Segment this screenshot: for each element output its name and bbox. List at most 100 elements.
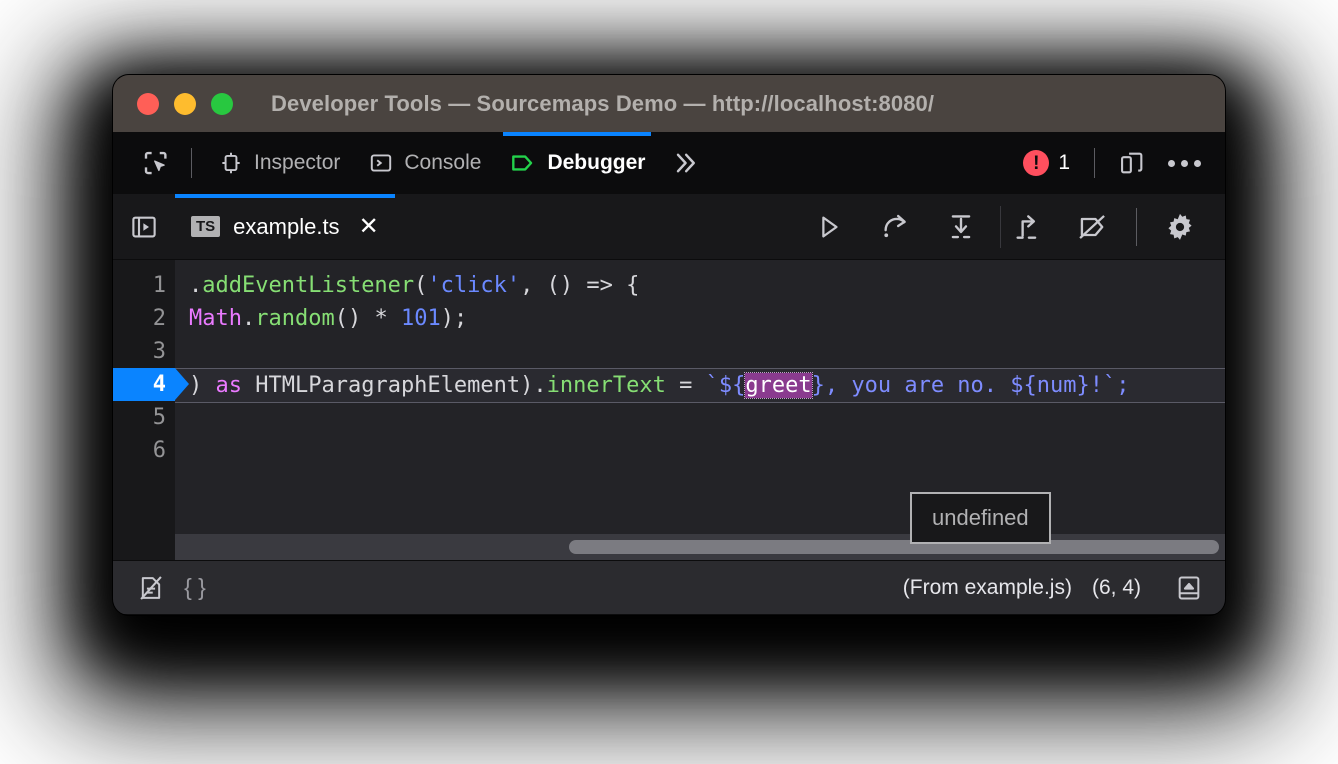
code-token: Math [189,306,242,331]
play-triangle-icon [814,212,844,242]
code-line[interactable] [175,335,1225,368]
code-token: ) [189,373,216,398]
error-icon: ! [1023,150,1049,176]
line-number[interactable]: 6 [113,434,175,467]
cursor-position-label: (6, 4) [1092,576,1141,600]
devtools-toolbar-right: ! 1 [1011,132,1211,194]
code-token: }, you are no. ${num}!`; [812,373,1130,398]
inspector-icon [218,150,244,176]
window-titlebar: Developer Tools — Sourcemaps Demo — http… [113,75,1225,132]
element-picker-button[interactable] [133,140,179,186]
deactivate-breakpoints-button[interactable] [1060,201,1126,253]
devtools-window: Developer Tools — Sourcemaps Demo — http… [113,75,1225,615]
line-number[interactable]: 4 [113,368,175,401]
toolbar-divider-right [1094,148,1095,178]
code-line[interactable] [175,403,1225,436]
tab-inspector[interactable]: Inspector [204,132,354,194]
tooltip-text: undefined [932,505,1029,530]
code-token: , () => { [520,273,639,298]
breakpoint-slashed-icon [1077,212,1109,242]
code-line[interactable]: Math.random() * 101); [175,302,1225,335]
debugger-icon [509,150,537,176]
source-editor[interactable]: 123456 .addEventListener('click', () => … [113,260,1225,560]
window-controls [137,93,233,115]
debugger-toolbar-divider [1000,206,1001,248]
step-out-button[interactable] [994,201,1060,253]
horizontal-scrollbar-track[interactable] [175,534,1225,560]
tab-console[interactable]: Console [354,132,495,194]
debugger-settings-button[interactable] [1147,201,1213,253]
line-number[interactable]: 3 [113,335,175,368]
toolbar-divider [191,148,192,178]
step-over-button[interactable] [862,201,928,253]
horizontal-scrollbar-thumb[interactable] [569,540,1219,554]
line-number[interactable]: 5 [113,401,175,434]
line-number[interactable]: 2 [113,302,175,335]
show-console-panel-icon [1176,574,1202,602]
source-map-braces-button[interactable]: { } [173,567,217,609]
more-options-icon [1168,160,1175,167]
code-token: `${ [706,373,746,398]
more-options-button[interactable] [1157,140,1211,186]
tab-debugger-label: Debugger [547,151,645,175]
gear-icon [1164,211,1196,243]
error-count-label: 1 [1058,151,1070,175]
line-number[interactable]: 1 [113,269,175,302]
code-token: ( [414,273,427,298]
code-token: = [666,373,706,398]
highlighted-variable[interactable]: greet [745,373,811,398]
code-line[interactable]: ) as HTMLParagraphElement).innerText = `… [175,368,1225,403]
code-token: innerText [547,373,666,398]
code-token: . [242,306,255,331]
close-icon[interactable]: ✕ [359,215,379,239]
code-token: . [189,273,202,298]
code-token: as [216,373,243,398]
minimize-window-button[interactable] [174,93,196,115]
code-token: . [533,373,546,398]
more-options-icon [1194,160,1201,167]
more-options-icon [1181,160,1188,167]
tab-debugger[interactable]: Debugger [495,132,659,194]
pretty-print-source-button[interactable] [129,567,173,609]
status-bar-right: (From example.js) (6, 4) [903,566,1211,610]
source-code-area[interactable]: .addEventListener('click', () => {Math.r… [175,260,1225,560]
show-console-panel-button[interactable] [1167,566,1211,610]
step-in-arrow-icon [946,212,976,242]
resume-button[interactable] [796,201,862,253]
tab-inspector-label: Inspector [254,151,340,175]
close-window-button[interactable] [137,93,159,115]
source-tab-example-ts[interactable]: TS example.ts ✕ [175,194,395,260]
source-tab-label: example.ts [233,214,339,240]
step-over-arc-icon [880,212,910,242]
toggle-sources-pane-button[interactable] [113,194,175,260]
braces-label: { } [184,574,206,601]
toggle-sources-pane-icon [129,212,159,242]
source-origin-label: (From example.js) [903,576,1072,600]
code-line[interactable] [175,436,1225,469]
maximize-window-button[interactable] [211,93,233,115]
devtools-toolbar: Inspector Console [113,132,1225,194]
line-number-gutter: 123456 [113,260,175,560]
more-panels-button[interactable] [659,140,711,186]
code-token: 101 [401,306,441,331]
code-token: random [255,306,334,331]
window-title: Developer Tools — Sourcemaps Demo — http… [271,91,934,117]
code-token: addEventListener [202,273,414,298]
code-token: ); [441,306,468,331]
devtools-toolbar-left: Inspector Console [133,132,711,194]
tab-console-label: Console [404,151,481,175]
debugger-controls-divider [1136,208,1137,246]
typescript-file-icon: TS [191,216,220,237]
console-icon [368,150,394,176]
variable-value-tooltip: undefined [910,492,1051,544]
step-out-arrow-icon [1012,212,1042,242]
error-count-badge[interactable]: ! 1 [1011,150,1082,176]
pretty-print-source-icon [137,574,165,602]
screenshot-stage: Developer Tools — Sourcemaps Demo — http… [0,0,1338,764]
code-token: 'click' [427,273,520,298]
debugger-controls [796,194,1225,260]
element-picker-icon [141,148,171,178]
code-line[interactable]: .addEventListener('click', () => { [175,269,1225,302]
responsive-design-mode-button[interactable] [1107,140,1157,186]
step-in-button[interactable] [928,201,994,253]
